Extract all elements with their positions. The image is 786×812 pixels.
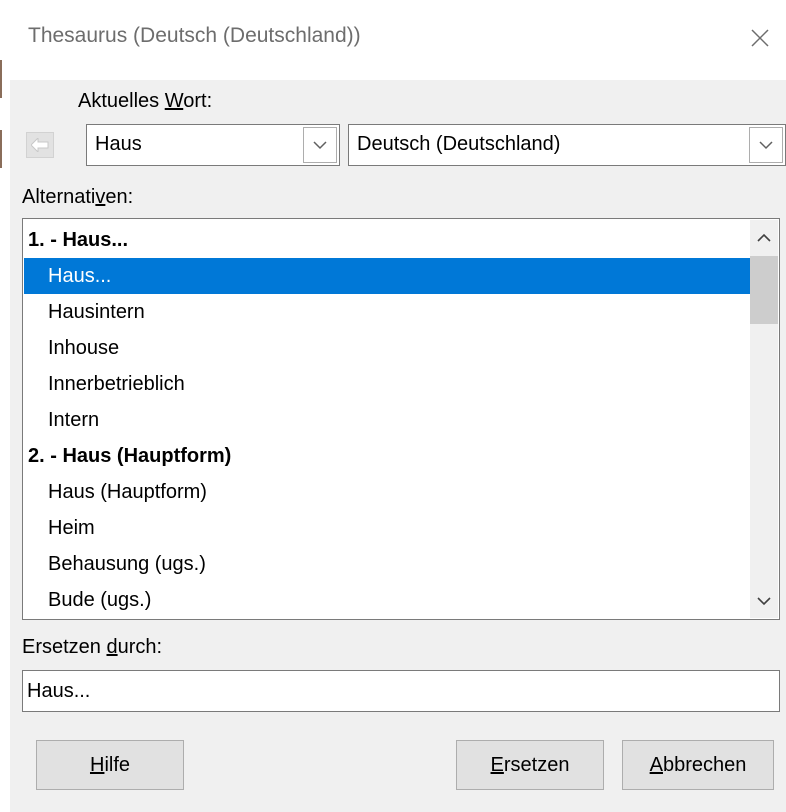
arrow-left-icon (31, 138, 49, 152)
list-item[interactable]: Bude (ugs.) (24, 582, 750, 618)
vertical-scrollbar[interactable] (750, 220, 778, 618)
replace-with-label: Ersetzen durch: (22, 636, 163, 658)
language-dropdown-button[interactable] (749, 127, 783, 163)
list-item[interactable]: Behausung (ugs.) (24, 546, 750, 582)
close-button[interactable] (738, 16, 782, 60)
help-button[interactable]: Hilfe (36, 740, 184, 790)
current-word-combobox[interactable]: Haus (86, 124, 340, 166)
alternatives-label: Alternativen: (22, 186, 134, 208)
replace-with-input[interactable]: Haus... (22, 670, 780, 712)
list-item-selected[interactable]: Haus... (24, 258, 750, 294)
thesaurus-dialog: Thesaurus (Deutsch (Deutschland)) Aktuel… (10, 0, 786, 812)
scroll-up-button[interactable] (750, 220, 778, 254)
list-item[interactable]: Innerbetrieblich (24, 366, 750, 402)
replace-button-label: Ersetzen (490, 753, 570, 776)
language-value: Deutsch (Deutschland) (357, 133, 561, 155)
language-combobox[interactable]: Deutsch (Deutschland) (348, 124, 786, 166)
list-heading[interactable]: 2. - Haus (Hauptform) (24, 438, 750, 474)
scroll-thumb[interactable] (750, 256, 778, 324)
close-icon (751, 29, 769, 47)
chevron-down-icon (757, 596, 771, 605)
window-title: Thesaurus (Deutsch (Deutschland)) (28, 24, 361, 47)
back-button[interactable] (26, 132, 54, 158)
list-item[interactable]: Haus (Hauptform) (24, 474, 750, 510)
chevron-down-icon (759, 140, 773, 149)
title-bar: Thesaurus (Deutsch (Deutschland)) (10, 0, 786, 80)
current-word-value: Haus (95, 133, 142, 155)
replace-with-value: Haus... (27, 680, 91, 702)
cancel-button-label: Abbrechen (649, 753, 747, 776)
list-item[interactable]: Heim (24, 510, 750, 546)
alternatives-list[interactable]: 1. - Haus... Haus... Hausintern Inhouse … (22, 218, 780, 620)
chevron-up-icon (757, 233, 771, 242)
help-button-label: Hilfe (89, 753, 131, 776)
list-item[interactable]: Inhouse (24, 330, 750, 366)
scroll-down-button[interactable] (750, 584, 778, 618)
background-window-mark (0, 130, 2, 168)
cancel-button[interactable]: Abbrechen (622, 740, 774, 790)
current-word-label: Aktuelles Wort: (78, 90, 213, 112)
background-window-edge (0, 0, 10, 812)
list-item[interactable]: Hausintern (24, 294, 750, 330)
chevron-down-icon (313, 140, 327, 149)
current-word-dropdown-button[interactable] (303, 127, 337, 163)
list-item[interactable]: Intern (24, 402, 750, 438)
background-window-mark (0, 60, 2, 98)
replace-button[interactable]: Ersetzen (456, 740, 604, 790)
list-heading[interactable]: 1. - Haus... (24, 222, 750, 258)
